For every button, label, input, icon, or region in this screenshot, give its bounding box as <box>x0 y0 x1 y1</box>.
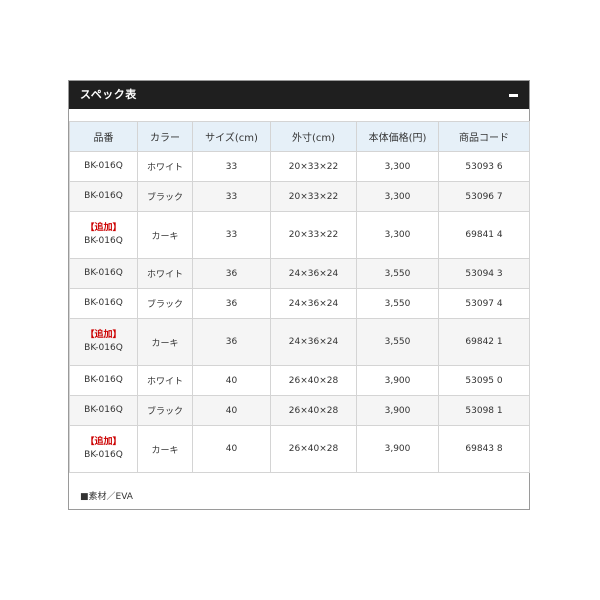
cell-size: 36 <box>192 288 271 319</box>
table-row: 【追加】 BK-016Q カーキ 36 24×36×24 3,550 69842… <box>69 318 530 366</box>
cell-price: 3,900 <box>356 395 439 426</box>
cell-size: 33 <box>192 211 271 259</box>
header-product-code: 商品コード <box>438 121 530 152</box>
cell-part-number: 【追加】 BK-016Q <box>69 318 138 366</box>
cell-color: ホワイト <box>137 151 193 182</box>
added-tag: 【追加】 <box>85 437 122 447</box>
cell-part-number: BK-016Q <box>69 181 138 212</box>
table-row: 【追加】 BK-016Q カーキ 33 20×33×22 3,300 69841… <box>69 211 530 259</box>
cell-size: 40 <box>192 425 271 473</box>
header-size: サイズ(cm) <box>192 121 271 152</box>
cell-size: 33 <box>192 181 271 212</box>
part-number: BK-016Q <box>84 236 123 246</box>
cell-dimensions: 24×36×24 <box>270 288 357 319</box>
cell-color: カーキ <box>137 211 193 259</box>
cell-color: ブラック <box>137 288 193 319</box>
cell-color: ブラック <box>137 181 193 212</box>
cell-dimensions: 26×40×28 <box>270 425 357 473</box>
cell-price: 3,300 <box>356 211 439 259</box>
cell-size: 36 <box>192 318 271 366</box>
material-note: ■素材／EVA <box>80 492 133 502</box>
cell-price: 3,550 <box>356 288 439 319</box>
cell-product-code: 53096 7 <box>438 181 530 212</box>
header-outer-dimensions: 外寸(cm) <box>270 121 357 152</box>
cell-product-code: 69843 8 <box>438 425 530 473</box>
minus-icon <box>509 94 518 97</box>
part-number: BK-016Q <box>84 450 123 460</box>
collapse-button[interactable] <box>508 89 520 101</box>
panel-header: スペック表 <box>69 81 529 109</box>
cell-dimensions: 20×33×22 <box>270 181 357 212</box>
table-row: BK-016Q ホワイト 33 20×33×22 3,300 53093 6 <box>69 151 530 182</box>
cell-price: 3,900 <box>356 365 439 396</box>
part-number: BK-016Q <box>84 405 123 415</box>
added-tag: 【追加】 <box>85 330 122 340</box>
cell-dimensions: 26×40×28 <box>270 395 357 426</box>
cell-dimensions: 26×40×28 <box>270 365 357 396</box>
part-number: BK-016Q <box>84 375 123 385</box>
cell-dimensions: 20×33×22 <box>270 211 357 259</box>
table-row: BK-016Q ブラック 33 20×33×22 3,300 53096 7 <box>69 181 530 212</box>
table-row: 【追加】 BK-016Q カーキ 40 26×40×28 3,900 69843… <box>69 425 530 473</box>
spec-panel: スペック表 品番 カラー サイズ(cm) 外寸(cm) 本体価格(円) 商品コー… <box>68 80 530 510</box>
added-tag: 【追加】 <box>85 223 122 233</box>
spec-table-wrapper: 品番 カラー サイズ(cm) 外寸(cm) 本体価格(円) 商品コード BK-0… <box>69 121 530 473</box>
cell-color: ホワイト <box>137 258 193 289</box>
table-row: BK-016Q ホワイト 40 26×40×28 3,900 53095 0 <box>69 365 530 396</box>
cell-product-code: 69842 1 <box>438 318 530 366</box>
cell-price: 3,300 <box>356 181 439 212</box>
cell-part-number: BK-016Q <box>69 288 138 319</box>
cell-part-number: BK-016Q <box>69 365 138 396</box>
cell-product-code: 53094 3 <box>438 258 530 289</box>
cell-product-code: 53097 4 <box>438 288 530 319</box>
cell-price: 3,550 <box>356 258 439 289</box>
cell-dimensions: 24×36×24 <box>270 318 357 366</box>
panel-title: スペック表 <box>80 88 137 101</box>
cell-part-number: BK-016Q <box>69 258 138 289</box>
cell-dimensions: 24×36×24 <box>270 258 357 289</box>
table-header-row: 品番 カラー サイズ(cm) 外寸(cm) 本体価格(円) 商品コード <box>69 121 530 152</box>
cell-price: 3,300 <box>356 151 439 182</box>
table-row: BK-016Q ホワイト 36 24×36×24 3,550 53094 3 <box>69 258 530 289</box>
cell-color: カーキ <box>137 318 193 366</box>
cell-part-number: 【追加】 BK-016Q <box>69 211 138 259</box>
cell-product-code: 53095 0 <box>438 365 530 396</box>
cell-part-number: BK-016Q <box>69 395 138 426</box>
cell-price: 3,900 <box>356 425 439 473</box>
part-number: BK-016Q <box>84 343 123 353</box>
cell-size: 40 <box>192 365 271 396</box>
cell-product-code: 69841 4 <box>438 211 530 259</box>
cell-part-number: BK-016Q <box>69 151 138 182</box>
cell-size: 36 <box>192 258 271 289</box>
cell-color: ホワイト <box>137 365 193 396</box>
cell-product-code: 53098 1 <box>438 395 530 426</box>
cell-price: 3,550 <box>356 318 439 366</box>
table-row: BK-016Q ブラック 36 24×36×24 3,550 53097 4 <box>69 288 530 319</box>
cell-size: 33 <box>192 151 271 182</box>
cell-dimensions: 20×33×22 <box>270 151 357 182</box>
part-number: BK-016Q <box>84 298 123 308</box>
header-color: カラー <box>137 121 193 152</box>
cell-size: 40 <box>192 395 271 426</box>
cell-color: ブラック <box>137 395 193 426</box>
part-number: BK-016Q <box>84 268 123 278</box>
header-price: 本体価格(円) <box>356 121 439 152</box>
cell-color: カーキ <box>137 425 193 473</box>
part-number: BK-016Q <box>84 161 123 171</box>
spec-table: 品番 カラー サイズ(cm) 外寸(cm) 本体価格(円) 商品コード BK-0… <box>69 121 530 473</box>
header-part-number: 品番 <box>69 121 138 152</box>
cell-product-code: 53093 6 <box>438 151 530 182</box>
part-number: BK-016Q <box>84 191 123 201</box>
table-row: BK-016Q ブラック 40 26×40×28 3,900 53098 1 <box>69 395 530 426</box>
cell-part-number: 【追加】 BK-016Q <box>69 425 138 473</box>
